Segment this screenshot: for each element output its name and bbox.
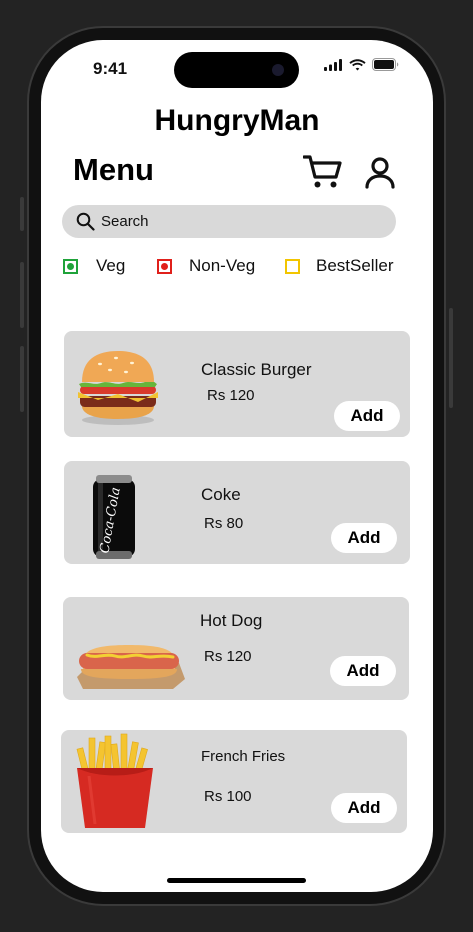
app-title: HungryMan xyxy=(154,104,320,137)
item-price: Rs 100 xyxy=(204,788,252,805)
item-name: Coke xyxy=(201,485,241,504)
wifi-icon xyxy=(349,58,366,70)
volume-up-button xyxy=(20,262,24,328)
add-button[interactable]: Add xyxy=(330,656,396,686)
item-price: Rs 120 xyxy=(204,648,252,665)
filter-non-veg[interactable]: Non-Veg xyxy=(157,256,255,276)
item-price: Rs 120 xyxy=(207,387,255,404)
item-name: Hot Dog xyxy=(200,611,263,630)
burger-image xyxy=(78,351,158,425)
item-price: Rs 80 xyxy=(204,515,244,532)
add-button[interactable]: Add xyxy=(334,401,400,431)
filter-bestseller[interactable]: BestSeller xyxy=(285,256,393,276)
camera-icon xyxy=(272,64,284,76)
fries-image xyxy=(76,733,153,828)
menu-item-card[interactable]: Classic Burger Rs 120 Add xyxy=(64,331,410,437)
search-bar[interactable]: Search xyxy=(62,205,396,238)
add-button[interactable]: Add xyxy=(331,523,397,553)
filter-bestseller-label: BestSeller xyxy=(316,256,394,275)
filter-veg[interactable]: Veg xyxy=(63,256,125,276)
item-name: French Fries xyxy=(201,748,286,765)
menu-heading: Menu xyxy=(73,152,154,187)
veg-checkbox-icon[interactable] xyxy=(63,258,78,274)
action-button xyxy=(20,197,24,231)
coke-can-image: Coca-Cola xyxy=(93,475,135,559)
menu-item-card[interactable]: Hot Dog Rs 120 Add xyxy=(63,597,409,700)
menu-item-card[interactable]: Coca-Cola Coke Rs 80 Add xyxy=(64,461,410,564)
add-button[interactable]: Add xyxy=(331,793,397,823)
cart-icon[interactable] xyxy=(302,154,343,195)
filter-veg-label: Veg xyxy=(96,256,126,275)
filter-non-veg-label: Non-Veg xyxy=(189,256,256,275)
status-time: 9:41 xyxy=(93,59,128,78)
battery-icon xyxy=(372,58,399,71)
non-veg-checkbox-icon[interactable] xyxy=(157,258,172,274)
home-indicator[interactable] xyxy=(167,878,306,883)
app-screen: 9:41 HungryMan Menu Search Veg Non-Veg B… xyxy=(41,40,433,892)
volume-down-button xyxy=(20,346,24,412)
search-input[interactable]: Search xyxy=(101,213,149,230)
search-icon xyxy=(76,212,95,231)
status-icons xyxy=(324,58,399,71)
dynamic-island xyxy=(174,52,299,88)
signal-icon xyxy=(324,58,342,71)
user-profile-icon[interactable] xyxy=(365,157,395,194)
menu-item-card[interactable]: French Fries Rs 100 Add xyxy=(61,730,407,833)
item-name: Classic Burger xyxy=(201,360,312,379)
power-button xyxy=(449,308,453,408)
bestseller-checkbox-icon[interactable] xyxy=(285,258,300,274)
hotdog-image xyxy=(77,645,185,689)
